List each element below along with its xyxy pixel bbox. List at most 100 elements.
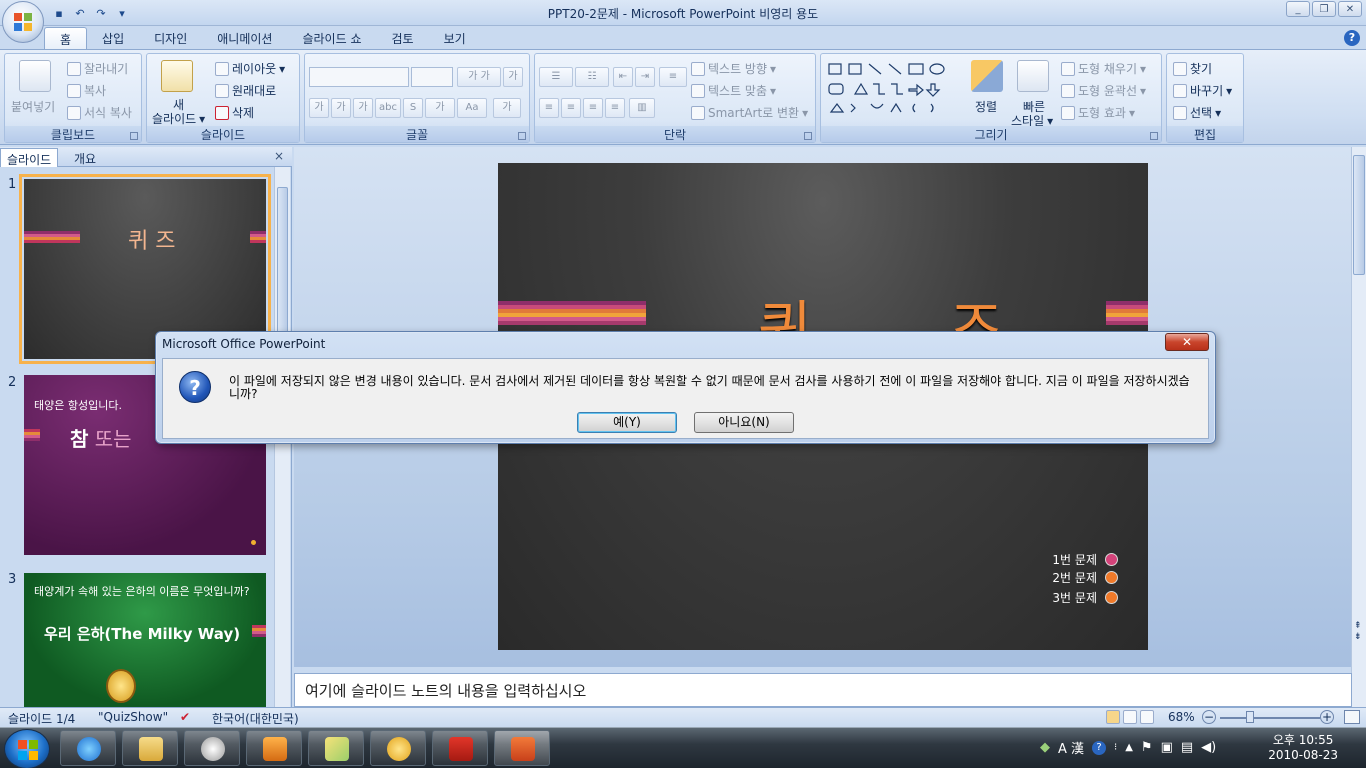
network-icon[interactable]: ▤ [1181, 740, 1193, 755]
zoom-slider-thumb[interactable] [1246, 711, 1254, 723]
help-icon[interactable]: ? [1344, 30, 1360, 46]
font-name-combo[interactable] [309, 67, 409, 87]
shape-effects-button[interactable]: 도형 효과 ▾ [1061, 104, 1135, 121]
increase-indent-button[interactable]: ⇥ [635, 67, 655, 87]
fit-window-icon[interactable] [1344, 710, 1360, 724]
align-text-button[interactable]: 텍스트 맞춤 ▾ [691, 82, 776, 99]
replace-button[interactable]: 바꾸기 ▾ [1173, 82, 1232, 99]
volume-icon[interactable]: ◀) [1201, 740, 1216, 755]
paragraph-dialog-launcher-icon[interactable] [804, 132, 812, 140]
zoom-in-icon[interactable]: + [1320, 710, 1334, 724]
tab-design[interactable]: 디자인 [139, 27, 202, 49]
italic-button[interactable]: 가 [331, 98, 351, 118]
tab-outline[interactable]: 개요 [68, 148, 102, 167]
paste-icon[interactable] [19, 60, 51, 92]
align-center-button[interactable]: ≡ [561, 98, 581, 118]
font-color-button[interactable]: 가 [493, 98, 521, 118]
quick-styles-icon[interactable] [1017, 60, 1049, 92]
copy-button[interactable]: 복사 [67, 82, 106, 99]
language-bar-icon[interactable]: ◆ [1040, 740, 1050, 755]
slideshow-icon[interactable] [1140, 710, 1154, 724]
change-case-button[interactable]: Aa [457, 98, 487, 118]
tab-animations[interactable]: 애니메이션 [202, 27, 287, 49]
line-spacing-button[interactable]: ≡ [659, 67, 687, 87]
taskbar-notes[interactable] [308, 730, 364, 766]
numbering-button[interactable]: ☷ [575, 67, 609, 87]
scrollbar-thumb[interactable] [1353, 155, 1365, 275]
text-direction-button[interactable]: 텍스트 방향 ▾ [691, 60, 776, 77]
font-dialog-launcher-icon[interactable] [518, 132, 526, 140]
office-button[interactable] [2, 1, 44, 43]
close-icon[interactable]: ✕ [1165, 333, 1209, 351]
minimize-icon[interactable]: _ [1286, 1, 1310, 17]
taskbar-explorer[interactable] [122, 730, 178, 766]
tab-slides[interactable]: 슬라이드 [0, 148, 59, 167]
start-button[interactable] [4, 729, 50, 768]
taskbar-powerpoint[interactable] [494, 730, 550, 766]
spellcheck-icon[interactable]: ✔ [180, 710, 190, 724]
new-slide-button[interactable]: 슬라이드 ▾ [152, 110, 205, 127]
decrease-indent-button[interactable]: ⇤ [613, 67, 633, 87]
align-left-button[interactable]: ≡ [539, 98, 559, 118]
arrange-button[interactable]: 정렬 [975, 98, 997, 115]
shadow-button[interactable]: S [403, 98, 423, 118]
delete-slide-button[interactable]: 삭제 [215, 104, 254, 121]
strikethrough-button[interactable]: abc [375, 98, 401, 118]
tray-options-icon[interactable]: ⁝ [1114, 742, 1117, 753]
clear-format-button[interactable]: 가 [503, 67, 523, 87]
taskbar-ie[interactable] [60, 730, 116, 766]
tab-insert[interactable]: 삽입 [87, 27, 139, 49]
shapes-gallery[interactable] [827, 60, 957, 120]
find-button[interactable]: 찾기 [1173, 60, 1212, 77]
yes-button[interactable]: 예(Y) [577, 412, 677, 433]
slide-sorter-icon[interactable] [1123, 710, 1137, 724]
language[interactable]: 한국어(대한민국) [212, 710, 299, 727]
taskbar-messenger[interactable] [370, 730, 426, 766]
justify-button[interactable]: ≡ [605, 98, 625, 118]
tab-view[interactable]: 보기 [429, 27, 481, 49]
question-link-2[interactable]: 2번 문제 [1052, 569, 1118, 586]
zoom-slider[interactable] [1220, 717, 1320, 719]
ime-indicator[interactable]: A 漢 [1058, 738, 1084, 757]
prev-next-slide-icon[interactable]: ⇞ ⇟ [1354, 621, 1362, 643]
bullets-button[interactable]: ☰ [539, 67, 573, 87]
slide-thumbnail-3[interactable]: 태양계가 속해 있는 은하의 이름은 무엇입니까? 우리 은하(The Milk… [24, 573, 266, 707]
font-size-combo[interactable] [411, 67, 453, 87]
shape-fill-button[interactable]: 도형 채우기 ▾ [1061, 60, 1146, 77]
cut-button[interactable]: 잘라내기 [67, 60, 128, 77]
columns-button[interactable]: ▥ [629, 98, 655, 118]
no-button[interactable]: 아니요(N) [694, 412, 794, 433]
grow-font-button[interactable]: 가 가 [457, 67, 501, 87]
underline-button[interactable]: 가 [353, 98, 373, 118]
taskbar-acrobat[interactable] [432, 730, 488, 766]
shape-outline-button[interactable]: 도형 윤곽선 ▾ [1061, 82, 1146, 99]
clock[interactable]: 오후 10:55 2010-08-23 [1268, 733, 1338, 763]
tab-review[interactable]: 검토 [376, 27, 428, 49]
show-hidden-icons[interactable]: ▲ [1125, 742, 1133, 753]
help-icon[interactable]: ? [1092, 740, 1107, 755]
dialog-launcher-icon[interactable] [130, 132, 138, 140]
normal-view-icon[interactable] [1106, 710, 1120, 724]
reset-button[interactable]: 원래대로 [215, 82, 276, 99]
bold-button[interactable]: 가 [309, 98, 329, 118]
zoom-out-icon[interactable]: − [1202, 710, 1216, 724]
tab-home[interactable]: 홈 [44, 27, 88, 49]
arrange-icon[interactable] [971, 60, 1003, 92]
notes-pane[interactable]: 여기에 슬라이드 노트의 내용을 입력하십시오 [294, 673, 1352, 707]
close-icon[interactable]: ✕ [1338, 1, 1362, 17]
taskbar-app[interactable] [184, 730, 240, 766]
align-right-button[interactable]: ≡ [583, 98, 603, 118]
drawing-dialog-launcher-icon[interactable] [1150, 132, 1158, 140]
device-icon[interactable]: ▣ [1161, 740, 1173, 755]
slide-scrollbar[interactable]: ⇞ ⇟ [1351, 147, 1366, 707]
question-link-1[interactable]: 1번 문제 [1052, 551, 1118, 568]
restore-icon[interactable]: ❐ [1312, 1, 1336, 17]
new-slide-icon[interactable] [161, 60, 193, 92]
close-icon[interactable]: × [274, 149, 284, 163]
char-spacing-button[interactable]: 가 [425, 98, 455, 118]
format-painter-button[interactable]: 서식 복사 [67, 104, 132, 121]
tab-slideshow[interactable]: 슬라이드 쇼 [287, 27, 376, 49]
layout-button[interactable]: 레이아웃 ▾ [215, 60, 285, 77]
question-link-3[interactable]: 3번 문제 [1052, 589, 1118, 606]
taskbar-media[interactable] [246, 730, 302, 766]
